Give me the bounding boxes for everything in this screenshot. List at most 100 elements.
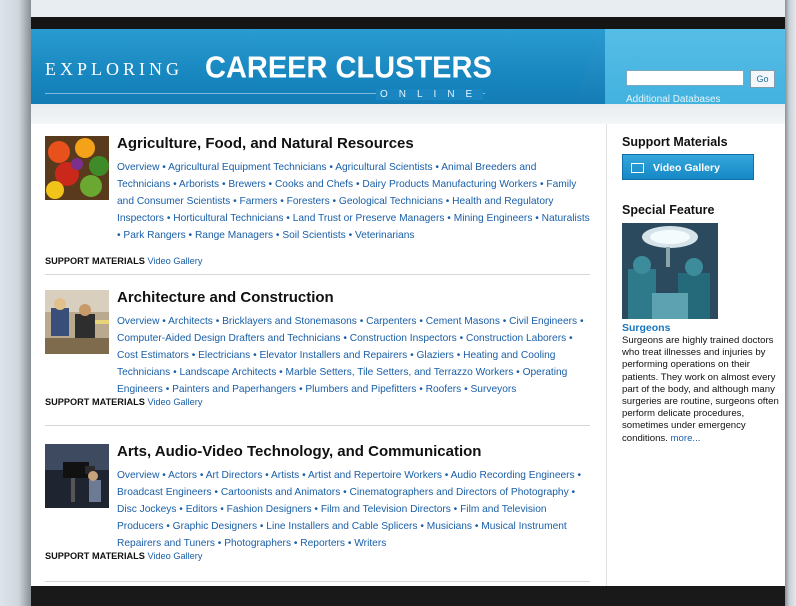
- career-link[interactable]: Photographers: [224, 538, 291, 549]
- career-link[interactable]: Horticultural Technicians: [173, 213, 283, 224]
- career-link[interactable]: Bricklayers and Stonemasons: [222, 316, 357, 327]
- feature-body: Surgeons are highly trained doctors who …: [622, 335, 780, 445]
- career-link[interactable]: Construction Laborers: [466, 333, 566, 344]
- bullet-separator: •: [326, 162, 336, 173]
- construction-workers-photo[interactable]: [45, 290, 109, 354]
- career-link[interactable]: Plumbers and Pipefitters: [305, 384, 416, 395]
- career-link[interactable]: Architects: [168, 316, 213, 327]
- bullet-separator: •: [162, 384, 173, 395]
- career-link[interactable]: Fashion Designers: [227, 504, 312, 515]
- bullet-separator: •: [283, 213, 293, 224]
- brand-career-clusters: CAREER CLUSTERS: [205, 51, 492, 85]
- bullet-separator: •: [472, 521, 482, 532]
- career-link[interactable]: Cost Estimators: [117, 350, 189, 361]
- career-link[interactable]: Artist and Repertoire Workers: [308, 470, 442, 481]
- bullet-separator: •: [276, 367, 286, 378]
- career-link[interactable]: Overview: [117, 162, 159, 173]
- career-link[interactable]: Musicians: [427, 521, 472, 532]
- career-link[interactable]: Land Trust or Preserve Managers: [293, 213, 445, 224]
- career-link[interactable]: Actors: [168, 470, 197, 481]
- career-link[interactable]: Film and Television Directors: [321, 504, 451, 515]
- tv-camera-studio-photo[interactable]: [45, 444, 109, 508]
- career-link[interactable]: Carpenters: [366, 316, 416, 327]
- bullet-separator: •: [441, 470, 451, 481]
- career-link[interactable]: Civil Engineers: [509, 316, 577, 327]
- vegetables-photo[interactable]: [45, 136, 109, 200]
- career-link[interactable]: Roofers: [426, 384, 462, 395]
- cluster-title[interactable]: Arts, Audio-Video Technology, and Commun…: [117, 443, 587, 460]
- go-button[interactable]: Go: [750, 70, 775, 88]
- career-link[interactable]: Dairy Products Manufacturing Workers: [362, 179, 537, 190]
- career-link[interactable]: Art Directors: [206, 470, 263, 481]
- career-link[interactable]: Electricians: [198, 350, 250, 361]
- career-link[interactable]: Overview: [117, 316, 159, 327]
- bullet-separator: •: [188, 350, 199, 361]
- video-gallery-link[interactable]: Video Gallery: [147, 397, 202, 407]
- career-link[interactable]: Computer-Aided Design Drafters and Techn…: [117, 333, 340, 344]
- bullet-separator: •: [416, 316, 426, 327]
- footer-strip: [31, 586, 785, 606]
- career-link[interactable]: Cooks and Chefs: [275, 179, 353, 190]
- career-link[interactable]: Line Installers and Cable Splicers: [266, 521, 417, 532]
- career-link[interactable]: Glaziers: [417, 350, 454, 361]
- career-link[interactable]: Surveyors: [471, 384, 517, 395]
- video-gallery-link[interactable]: Video Gallery: [147, 256, 202, 266]
- window-right-frame: [785, 0, 796, 606]
- bullet-separator: •: [311, 504, 321, 515]
- bullet-separator: •: [577, 316, 584, 327]
- career-link[interactable]: Cinematographers and Directors of Photog…: [350, 487, 569, 498]
- career-link[interactable]: Painters and Paperhangers: [172, 384, 296, 395]
- support-materials: SUPPORT MATERIALS Video Gallery: [45, 397, 202, 407]
- career-link[interactable]: Veterinarians: [355, 230, 414, 241]
- surgeons-operating-photo[interactable]: [622, 223, 718, 319]
- feature-title[interactable]: Surgeons: [622, 322, 670, 334]
- support-label: SUPPORT MATERIALS: [45, 397, 145, 407]
- career-link[interactable]: Artists: [271, 470, 299, 481]
- career-link[interactable]: Broadcast Engineers: [117, 487, 212, 498]
- video-gallery-link[interactable]: Video Gallery: [147, 551, 202, 561]
- cluster-title[interactable]: Agriculture, Food, and Natural Resources: [117, 135, 587, 152]
- career-link[interactable]: Foresters: [287, 196, 330, 207]
- cluster-arts-av: Arts, Audio-Video Technology, and Commun…: [45, 443, 590, 579]
- career-link[interactable]: Graphic Designers: [173, 521, 257, 532]
- cluster-title[interactable]: Architecture and Construction: [117, 289, 587, 306]
- cluster-links: Overview • Agricultural Equipment Techni…: [117, 159, 591, 244]
- window-left-frame: [0, 0, 31, 606]
- search-input[interactable]: [626, 70, 744, 86]
- career-link[interactable]: Soil Scientists: [282, 230, 345, 241]
- career-link[interactable]: Writers: [354, 538, 386, 549]
- career-link[interactable]: Agricultural Equipment Technicians: [168, 162, 326, 173]
- career-link[interactable]: Brewers: [228, 179, 265, 190]
- more-link[interactable]: more...: [671, 433, 701, 444]
- career-link[interactable]: Marble Setters, Tile Setters, and Terraz…: [286, 367, 514, 378]
- career-link[interactable]: Park Rangers: [123, 230, 185, 241]
- career-link[interactable]: Landscape Architects: [179, 367, 276, 378]
- career-link[interactable]: Range Managers: [195, 230, 273, 241]
- bullet-separator: •: [170, 179, 179, 190]
- support-materials: SUPPORT MATERIALS Video Gallery: [45, 256, 202, 266]
- career-link[interactable]: Arborists: [179, 179, 219, 190]
- career-link[interactable]: Reporters: [300, 538, 345, 549]
- video-gallery-button[interactable]: Video Gallery: [622, 154, 754, 180]
- career-link[interactable]: Farmers: [239, 196, 277, 207]
- bullet-separator: •: [513, 367, 523, 378]
- career-link[interactable]: Elevator Installers and Repairers: [259, 350, 407, 361]
- bullet-separator: •: [566, 333, 573, 344]
- career-link[interactable]: Cement Masons: [426, 316, 500, 327]
- career-link[interactable]: Editors: [186, 504, 218, 515]
- support-label: SUPPORT MATERIALS: [45, 256, 145, 266]
- career-link[interactable]: Overview: [117, 470, 159, 481]
- bullet-separator: •: [277, 196, 287, 207]
- bullet-separator: •: [163, 521, 173, 532]
- career-link[interactable]: Mining Engineers: [454, 213, 533, 224]
- career-link[interactable]: Construction Inspectors: [350, 333, 457, 344]
- career-link[interactable]: Agricultural Scientists: [335, 162, 432, 173]
- support-label: SUPPORT MATERIALS: [45, 551, 145, 561]
- career-link[interactable]: Cartoonists and Animators: [221, 487, 340, 498]
- career-link[interactable]: Geological Technicians: [339, 196, 443, 207]
- bullet-separator: •: [219, 179, 229, 190]
- career-link[interactable]: Naturalists: [542, 213, 590, 224]
- career-link[interactable]: Disc Jockeys: [117, 504, 176, 515]
- bullet-separator: •: [444, 213, 454, 224]
- career-link[interactable]: Audio Recording Engineers: [451, 470, 575, 481]
